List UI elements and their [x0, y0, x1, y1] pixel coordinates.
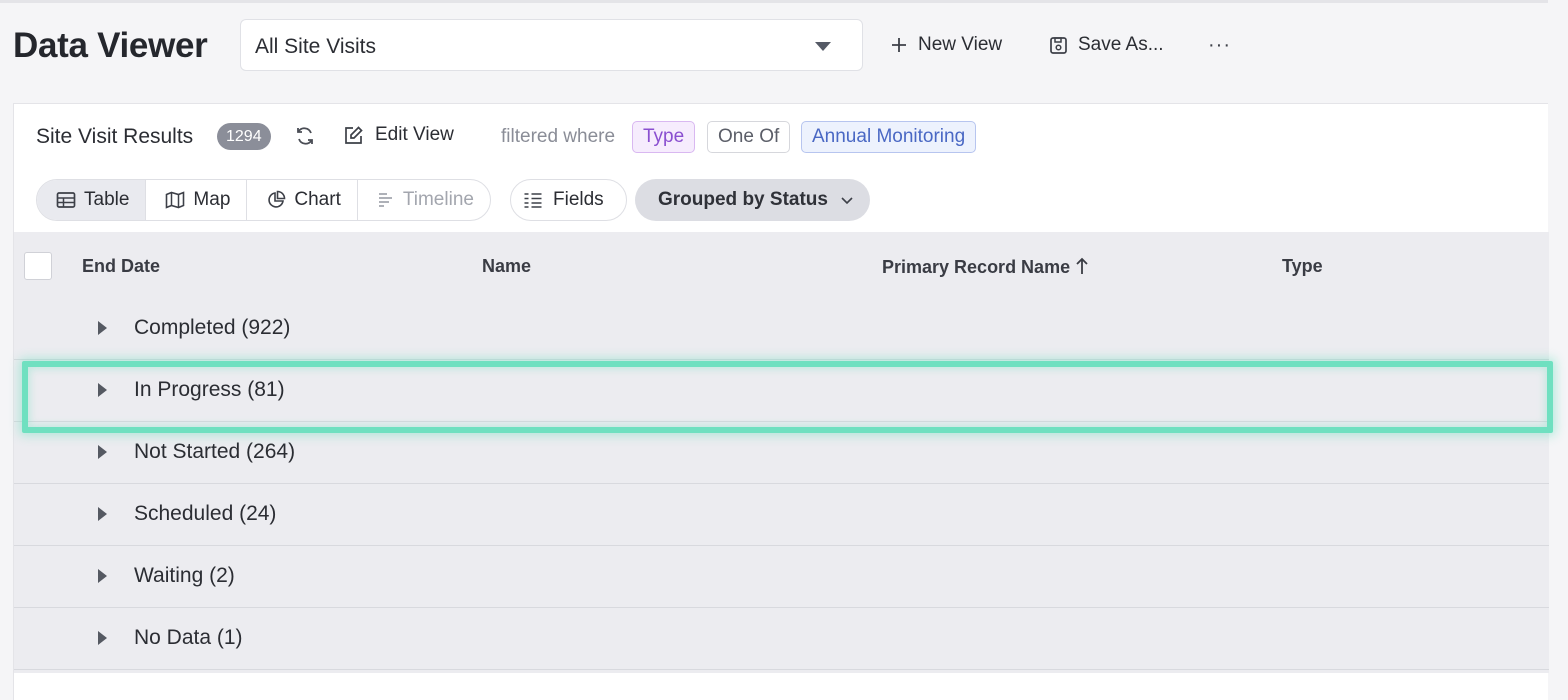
filter-prefix: filtered where	[501, 126, 616, 147]
edit-icon	[345, 125, 363, 144]
filter-operator-chip[interactable]: One Of	[707, 121, 791, 153]
page-title: Data Viewer	[13, 26, 208, 65]
tab-map-label: Map	[193, 189, 231, 210]
view-mode-switcher: Table Map Chart Timeline	[36, 179, 491, 221]
plus-icon	[892, 38, 906, 52]
results-table: End Date Name Primary Record Name Type C…	[14, 232, 1549, 673]
column-header-name[interactable]: Name	[482, 256, 531, 277]
group-row-in-progress[interactable]: In Progress (81)	[14, 360, 1549, 422]
group-row-scheduled[interactable]: Scheduled (24)	[14, 484, 1549, 546]
fields-button[interactable]: Fields	[510, 179, 627, 221]
pie-chart-icon	[268, 190, 286, 208]
group-row-not-started[interactable]: Not Started (264)	[14, 422, 1549, 484]
expand-triangle-icon	[98, 569, 107, 583]
expand-triangle-icon	[98, 445, 107, 459]
tab-timeline[interactable]: Timeline	[358, 180, 490, 220]
save-as-button[interactable]: Save As...	[1049, 30, 1164, 60]
save-as-label: Save As...	[1078, 34, 1164, 55]
view-select-value: All Site Visits	[255, 35, 376, 58]
column-header-primary-record-name[interactable]: Primary Record Name	[882, 256, 1090, 278]
timeline-icon	[378, 193, 392, 207]
edit-view-label: Edit View	[375, 124, 454, 145]
group-by-label: Grouped by Status	[658, 189, 828, 210]
chevron-down-icon	[841, 197, 853, 205]
tab-table-label: Table	[84, 189, 130, 210]
expand-triangle-icon	[98, 507, 107, 521]
sort-ascending-icon	[1076, 257, 1088, 274]
group-by-button[interactable]: Grouped by Status	[635, 179, 870, 221]
caret-down-icon	[815, 42, 831, 51]
results-title: Site Visit Results	[36, 125, 194, 148]
group-label: Scheduled (24)	[134, 502, 277, 525]
expand-triangle-icon	[98, 631, 107, 645]
fields-list-icon	[524, 193, 542, 208]
tab-table[interactable]: Table	[37, 180, 147, 220]
filter-field-chip[interactable]: Type	[632, 121, 696, 153]
select-all-checkbox[interactable]	[24, 252, 52, 280]
table-header: End Date Name Primary Record Name Type	[14, 232, 1549, 298]
group-label: No Data (1)	[134, 626, 243, 649]
tab-timeline-label: Timeline	[402, 189, 474, 210]
results-panel: Site Visit Results 1294 Edit View filter…	[13, 103, 1549, 700]
filter-value-chip[interactable]: Annual Monitoring	[801, 121, 977, 153]
group-label: Completed (922)	[134, 316, 291, 339]
refresh-button[interactable]	[294, 125, 316, 152]
group-row-no-data[interactable]: No Data (1)	[14, 608, 1549, 670]
group-row-waiting[interactable]: Waiting (2)	[14, 546, 1549, 608]
edit-view-button[interactable]: Edit View	[343, 124, 454, 146]
expand-triangle-icon	[98, 321, 107, 335]
column-header-type[interactable]: Type	[1282, 256, 1323, 277]
tab-chart[interactable]: Chart	[247, 180, 358, 220]
table-icon	[56, 192, 76, 208]
header: Data Viewer All Site Visits New View Sav…	[0, 0, 1548, 104]
more-options-button[interactable]: ···	[1208, 30, 1231, 60]
column-header-primary-record-name-label: Primary Record Name	[882, 257, 1071, 277]
new-view-label: New View	[918, 34, 1003, 55]
view-select[interactable]: All Site Visits	[240, 19, 863, 71]
column-header-end-date[interactable]: End Date	[82, 256, 160, 277]
save-icon	[1050, 36, 1067, 54]
group-row-completed[interactable]: Completed (922)	[14, 298, 1549, 360]
count-badge: 1294	[217, 123, 271, 150]
map-icon	[166, 191, 185, 209]
fields-label: Fields	[553, 189, 604, 210]
group-label: In Progress (81)	[134, 378, 285, 401]
expand-triangle-icon	[98, 383, 107, 397]
tab-chart-label: Chart	[294, 189, 341, 210]
group-label: Not Started (264)	[134, 440, 296, 463]
group-label: Waiting (2)	[134, 564, 235, 587]
tab-map[interactable]: Map	[146, 180, 248, 220]
refresh-icon	[297, 127, 313, 145]
new-view-button[interactable]: New View	[890, 30, 1002, 60]
